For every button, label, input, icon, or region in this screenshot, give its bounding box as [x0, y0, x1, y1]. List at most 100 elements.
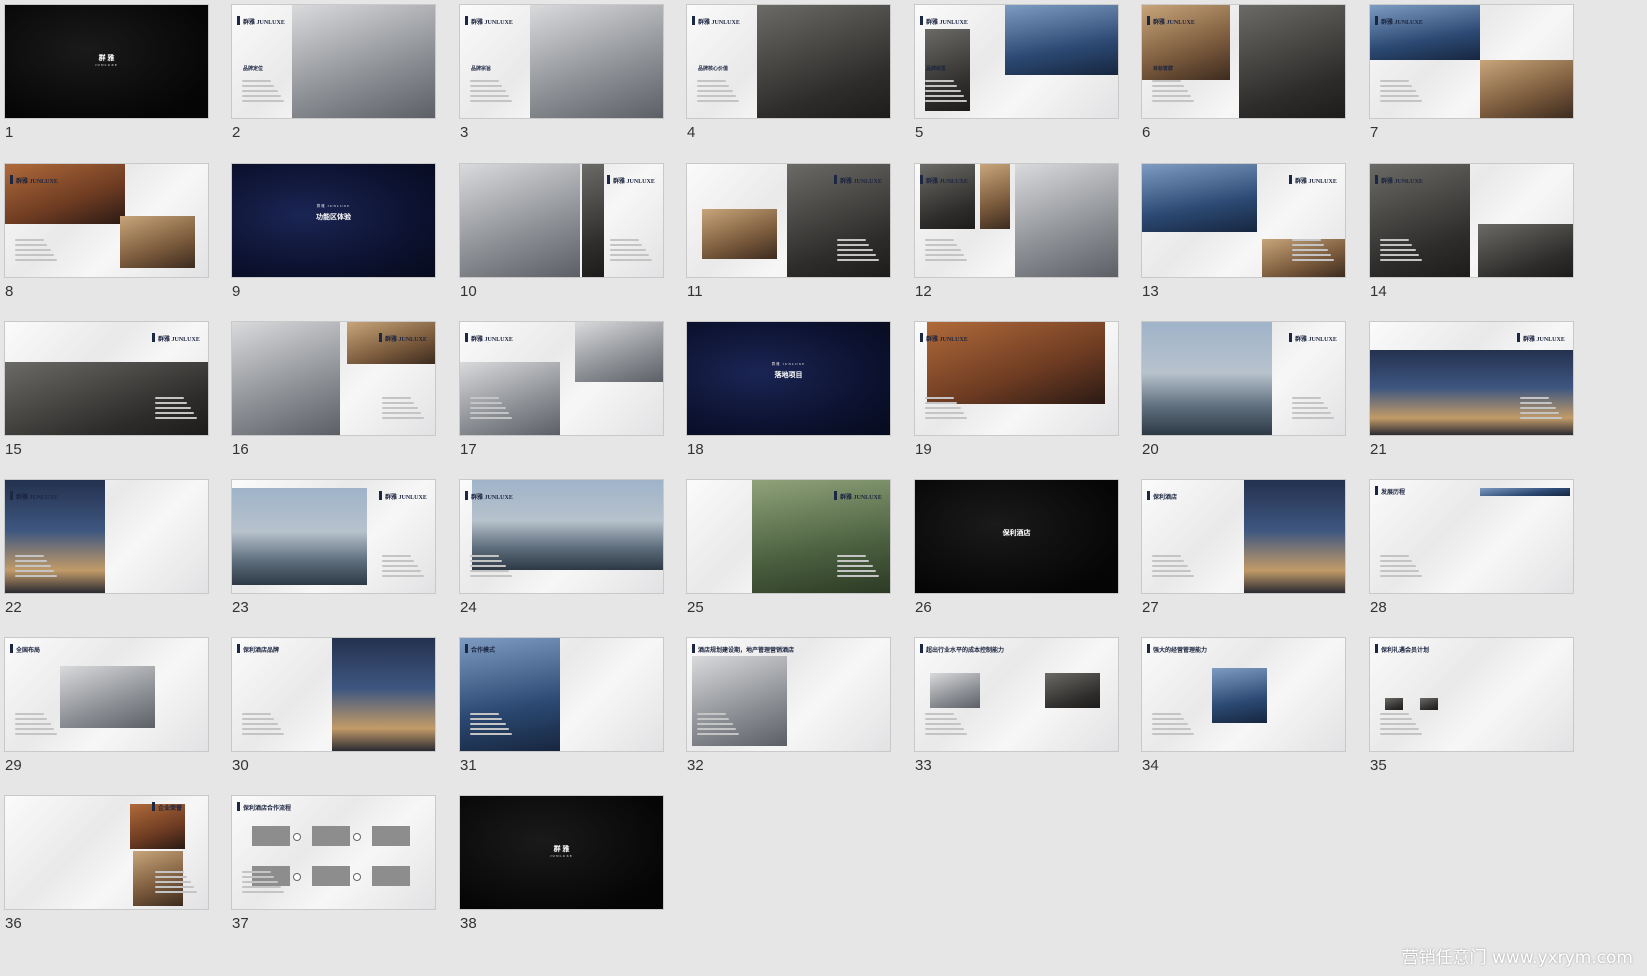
slide-canvas[interactable]: 保利酒店	[1142, 480, 1345, 593]
slide-canvas[interactable]: 群雅 JUNLUXE 品牌定位	[232, 5, 435, 118]
slide-thumbnail[interactable]: 群雅 JUNLUXE 17	[460, 322, 663, 458]
slide-thumbnail[interactable]: 群雅 JUNLUXE 16	[232, 322, 435, 458]
slide-canvas[interactable]: 群雅 JUNLUXE	[5, 322, 208, 435]
slide-heading: 品牌宗旨	[471, 67, 492, 72]
slide-thumbnail[interactable]: 群雅 JUNLUXE 7	[1370, 5, 1573, 141]
slide-canvas[interactable]: 群 雅 JUNLUXE	[460, 796, 663, 909]
text-line	[697, 90, 733, 92]
slide-thumbnail[interactable]: 超出行业水平的成本控制能力 33	[915, 638, 1118, 774]
slide-thumbnail[interactable]: 群雅 JUNLUXE 23	[232, 480, 435, 616]
slide-thumbnail[interactable]: 群雅 JUNLUXE 12	[915, 164, 1118, 300]
slide-thumbnail[interactable]: 保利酒店品牌 30	[232, 638, 435, 774]
slide-thumbnail[interactable]: 群雅 JUNLUXE 8	[5, 164, 208, 300]
slide-canvas[interactable]: 群雅 JUNLUXE	[687, 164, 890, 277]
slide-canvas[interactable]: 群雅 JUNLUXE	[1142, 164, 1345, 277]
slide-canvas[interactable]: 群雅 JUNLUXE	[232, 480, 435, 593]
slide-canvas[interactable]: 合作模式	[460, 638, 663, 751]
slide-canvas[interactable]: 群雅 JUNLUXE	[915, 164, 1118, 277]
slide-canvas[interactable]: 企业荣誉	[5, 796, 208, 909]
title-accent-bar	[920, 644, 923, 653]
slide-canvas[interactable]: 群 雅 JUNLUXE	[5, 5, 208, 118]
slide-canvas[interactable]: 群雅 JUNLUXE	[687, 480, 890, 593]
slide-thumbnail[interactable]: 群雅 JUNLUXE 15	[5, 322, 208, 458]
slide-thumbnail[interactable]: 群雅 JUNLUXE 21	[1370, 322, 1573, 458]
slide-title: 群雅 JUNLUXE	[698, 20, 740, 26]
text-line	[1152, 100, 1194, 102]
slide-thumbnail[interactable]: 保利酒店合作流程 37	[232, 796, 435, 932]
slide-canvas[interactable]: 保利酒店品牌	[232, 638, 435, 751]
slide-thumbnail[interactable]: 保利酒店 27	[1142, 480, 1345, 616]
slide-thumbnail[interactable]: 酒店规划建设期，地产管理营销酒店 32	[687, 638, 890, 774]
slide-canvas[interactable]: 群雅 JUNLUXE	[460, 480, 663, 593]
slide-thumbnail[interactable]: 群雅 JUNLUXE 14	[1370, 164, 1573, 300]
slide-thumbnail[interactable]: 功能区体验 群雅 JUNLUXE 9	[232, 164, 435, 300]
slide-thumbnail[interactable]: 群雅 JUNLUXE 11	[687, 164, 890, 300]
slide-canvas[interactable]: 超出行业水平的成本控制能力	[915, 638, 1118, 751]
slide-canvas[interactable]: 群雅 JUNLUXE	[1142, 322, 1345, 435]
slide-thumbnail[interactable]: 群雅 JUNLUXE 品牌核心价值 4	[687, 5, 890, 141]
slide-canvas[interactable]: 群雅 JUNLUXE 品牌核心价值	[687, 5, 890, 118]
slide-canvas[interactable]: 群雅 JUNLUXE 品牌宗旨	[460, 5, 663, 118]
slide-thumbnail[interactable]: 群雅 JUNLUXE 20	[1142, 322, 1345, 458]
slide-canvas[interactable]: 群雅 JUNLUXE	[1370, 322, 1573, 435]
slide-heading: 品牌核心价值	[698, 67, 729, 72]
slide-canvas[interactable]: 群雅 JUNLUXE	[1370, 5, 1573, 118]
slide-canvas[interactable]: 发展历程	[1370, 480, 1573, 593]
slide-thumbnail[interactable]: 群雅 JUNLUXE 10	[460, 164, 663, 300]
slide-thumbnail[interactable]: 落地项目 群雅 JUNLUXE 18	[687, 322, 890, 458]
slide-canvas[interactable]: 强大的经营管理能力	[1142, 638, 1345, 751]
slide-title: 全国布局	[16, 648, 41, 654]
slide-thumbnail[interactable]: 群 雅 JUNLUXE 38	[460, 796, 663, 932]
slide-canvas[interactable]: 群雅 JUNLUXE 目标客群	[1142, 5, 1345, 118]
slide-canvas[interactable]: 群雅 JUNLUXE	[915, 322, 1118, 435]
slide-canvas[interactable]: 酒店规划建设期，地产管理营销酒店	[687, 638, 890, 751]
slide-canvas[interactable]: 保利酒店合作流程	[232, 796, 435, 909]
slide-canvas[interactable]: 群雅 JUNLUXE	[460, 164, 663, 277]
slide-thumbnail[interactable]: 合作模式 31	[460, 638, 663, 774]
slide-canvas[interactable]: 群雅 JUNLUXE	[460, 322, 663, 435]
slide-thumbnail[interactable]: 群雅 JUNLUXE 13	[1142, 164, 1345, 300]
slide-thumbnail[interactable]: 强大的经营管理能力 34	[1142, 638, 1345, 774]
slide-canvas[interactable]: 群雅 JUNLUXE 品牌标签	[915, 5, 1118, 118]
slide-thumbnail[interactable]: 群雅 JUNLUXE 目标客群 6	[1142, 5, 1345, 141]
text-line	[1380, 239, 1410, 241]
slide-canvas[interactable]: 保利酒店	[915, 480, 1118, 593]
title-accent-bar	[1147, 491, 1150, 500]
text-line	[925, 85, 958, 87]
text-line	[470, 560, 503, 562]
text-line	[1292, 239, 1322, 241]
slide-thumbnail[interactable]: 保利酒店 26	[915, 480, 1118, 616]
slide-canvas[interactable]: 群雅 JUNLUXE	[1370, 164, 1573, 277]
text-line	[925, 733, 967, 735]
text-line	[1292, 402, 1325, 404]
slide-thumbnail[interactable]: 群雅 JUNLUXE 24	[460, 480, 663, 616]
slide-thumbnail[interactable]: 群雅 JUNLUXE 品牌宗旨 3	[460, 5, 663, 141]
slide-thumbnail[interactable]: 群雅 JUNLUXE 25	[687, 480, 890, 616]
slide-thumbnail[interactable]: 群雅 JUNLUXE 品牌定位 2	[232, 5, 435, 141]
slide-thumbnail[interactable]: 群雅 JUNLUXE 22	[5, 480, 208, 616]
text-line	[470, 733, 512, 735]
title-accent-bar	[152, 802, 155, 811]
slide-thumbnail[interactable]: 发展历程 28	[1370, 480, 1573, 616]
slide-canvas[interactable]: 保利礼遇会员计划	[1370, 638, 1573, 751]
text-line	[470, 412, 509, 414]
slide-canvas[interactable]: 全国布局	[5, 638, 208, 751]
text-line	[1152, 555, 1182, 557]
slide-thumbnail[interactable]: 全国布局 29	[5, 638, 208, 774]
slide-thumbnail[interactable]: 群雅 JUNLUXE 19	[915, 322, 1118, 458]
text-line	[242, 728, 281, 730]
slide-number: 19	[915, 441, 932, 458]
text-line	[470, 407, 506, 409]
text-line	[1380, 570, 1419, 572]
slide-photo	[292, 5, 435, 118]
slide-thumbnail[interactable]: 企业荣誉 36	[5, 796, 208, 932]
slide-canvas[interactable]: 群雅 JUNLUXE	[5, 164, 208, 277]
slide-thumbnail[interactable]: 保利礼遇会员计划 35	[1370, 638, 1573, 774]
slide-thumbnail[interactable]: 群 雅 JUNLUXE 1	[5, 5, 208, 141]
slide-canvas[interactable]: 群雅 JUNLUXE	[232, 322, 435, 435]
slide-canvas[interactable]: 群雅 JUNLUXE	[5, 480, 208, 593]
slide-canvas[interactable]: 功能区体验 群雅 JUNLUXE	[232, 164, 435, 277]
slide-canvas[interactable]: 落地项目 群雅 JUNLUXE	[687, 322, 890, 435]
slide-thumbnail[interactable]: 群雅 JUNLUXE 品牌标签 5	[915, 5, 1118, 141]
slide-title: 落地项目	[774, 371, 803, 379]
